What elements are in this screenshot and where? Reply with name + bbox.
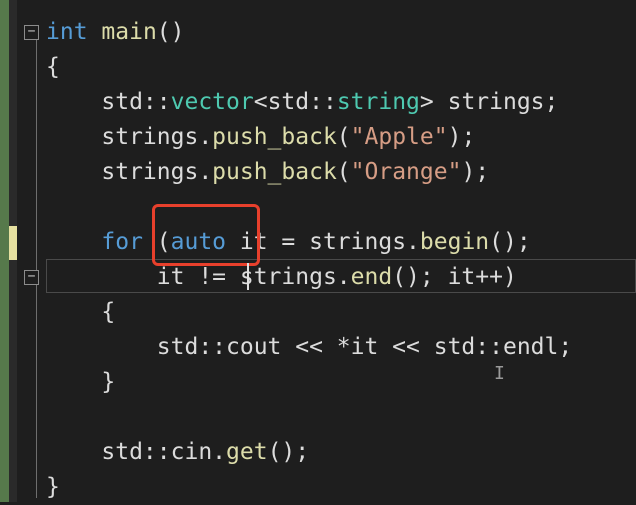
code-token: > strings;	[419, 89, 559, 115]
code-token: end	[350, 264, 393, 290]
code-token: push_back	[212, 159, 337, 185]
code-line[interactable]: }	[46, 470, 60, 505]
code-line[interactable]: strings.push_back("Apple");	[46, 120, 475, 155]
code-token: (	[336, 124, 351, 150]
code-token: ;	[558, 334, 573, 360]
code-line[interactable]: int main()	[46, 15, 185, 50]
code-token: for	[101, 229, 143, 255]
code-token: strings.	[46, 159, 213, 185]
code-token: {	[46, 299, 116, 325]
code-token: strings.	[46, 124, 213, 150]
code-token: string	[336, 89, 420, 115]
code-token: int	[46, 19, 88, 45]
code-line[interactable]: }	[46, 365, 115, 400]
code-token: (	[336, 159, 351, 185]
code-token: {	[46, 54, 60, 80]
code-token: main	[101, 19, 157, 45]
code-token: std::	[46, 89, 171, 115]
code-token: it != strings.	[46, 264, 351, 290]
code-token: );	[447, 124, 476, 150]
code-line[interactable]: std::cin.get();	[46, 435, 309, 470]
code-token: );	[461, 159, 490, 185]
code-token: <std::	[253, 89, 337, 115]
annotation-highlight-box	[152, 204, 260, 266]
code-line[interactable]: std::vector<std::string> strings;	[46, 85, 558, 120]
code-line[interactable]: for (auto it = strings.begin();	[46, 225, 531, 260]
text-caret	[247, 263, 249, 290]
code-line[interactable]: it != strings.end(); it++)	[46, 260, 517, 295]
code-token: ();	[267, 439, 310, 465]
code-token: (); it++)	[392, 264, 517, 290]
code-line[interactable]: {	[46, 50, 60, 85]
code-token: push_back	[212, 124, 337, 150]
code-line[interactable]: {	[46, 295, 115, 330]
code-editor[interactable]: int main(){ std::vector<std::string> str…	[0, 0, 636, 502]
code-token: << *it << std::	[281, 334, 503, 360]
code-token: "Orange"	[350, 159, 462, 185]
code-token: ()	[156, 19, 185, 45]
code-token: get	[226, 439, 268, 465]
code-token: ();	[489, 229, 531, 255]
code-token: std::cin.	[46, 439, 227, 465]
code-line[interactable]: std::cout << *it << std::endl;	[46, 330, 572, 365]
code-token: std::	[46, 334, 227, 360]
code-token: cout	[226, 334, 282, 360]
code-token: }	[46, 474, 60, 500]
code-token: begin	[419, 229, 490, 255]
code-token: endl	[502, 334, 559, 360]
code-token: vector	[170, 89, 254, 115]
code-token: }	[46, 369, 116, 395]
code-line[interactable]: strings.push_back("Orange");	[46, 155, 489, 190]
code-token: "Apple"	[350, 124, 448, 150]
mouse-ibeam-icon: I	[494, 363, 505, 384]
